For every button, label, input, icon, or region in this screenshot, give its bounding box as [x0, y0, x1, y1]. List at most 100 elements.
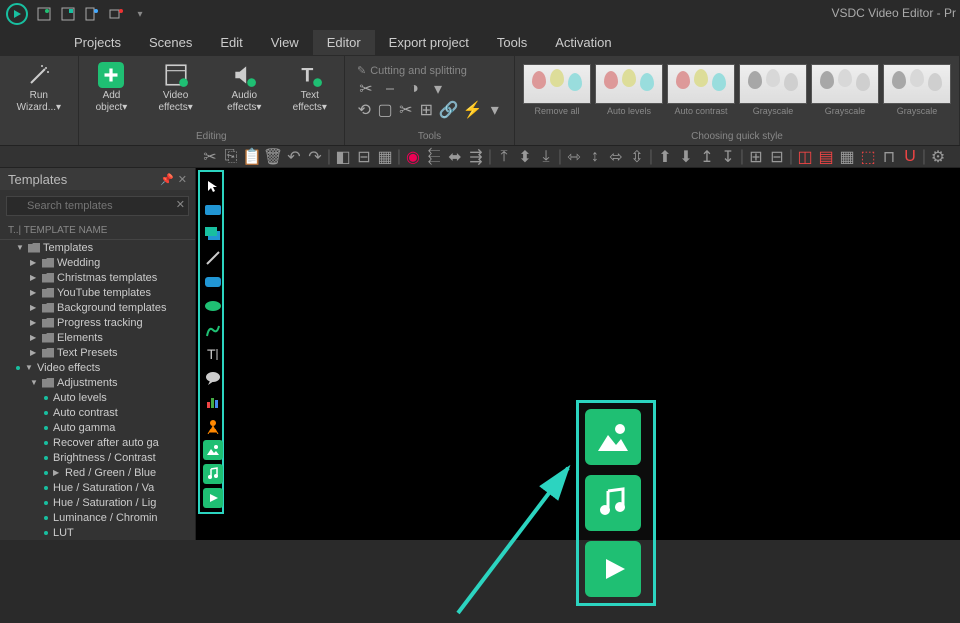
- undo-icon[interactable]: ↶: [284, 148, 304, 166]
- plus-button[interactable]: Add object▾: [83, 60, 141, 115]
- tree-item[interactable]: ▶Red / Green / Blue: [0, 465, 195, 480]
- qat-icon-3[interactable]: [84, 6, 100, 22]
- pointer-tool[interactable]: [203, 176, 223, 196]
- align-center-h-icon[interactable]: ⬌: [445, 148, 465, 166]
- shape-tool[interactable]: [203, 224, 223, 244]
- expand-arrow-icon[interactable]: ▶: [30, 288, 39, 297]
- tree-item[interactable]: Auto levels: [0, 390, 195, 405]
- tree-item[interactable]: Brightness / Contrast: [0, 450, 195, 465]
- style-auto-levels-1[interactable]: Auto levels: [595, 64, 663, 116]
- search-input[interactable]: [6, 196, 189, 216]
- tree-item[interactable]: ▼Templates: [0, 240, 195, 255]
- counter-tool[interactable]: [203, 416, 223, 436]
- qat-icon-2[interactable]: [60, 6, 76, 22]
- close-panel-icon[interactable]: ✕: [178, 173, 187, 186]
- menu-activation[interactable]: Activation: [541, 30, 625, 55]
- paste-icon[interactable]: 📋: [242, 148, 262, 166]
- expand-arrow-icon[interactable]: ▼: [30, 378, 39, 387]
- tool-b7-icon[interactable]: ▾: [488, 101, 502, 119]
- layer-2-icon[interactable]: ▤: [816, 148, 836, 166]
- tree-item[interactable]: ▼Video effects: [0, 360, 195, 375]
- tree-item[interactable]: ▼Adjustments: [0, 375, 195, 390]
- link-tool-icon[interactable]: 🔗: [440, 101, 458, 119]
- snap-icon[interactable]: ⊓: [879, 148, 899, 166]
- qat-record-icon[interactable]: [108, 6, 124, 22]
- menu-export-project[interactable]: Export project: [375, 30, 483, 55]
- pin-icon[interactable]: 📌: [160, 173, 174, 186]
- tree-item[interactable]: Hue / Saturation / Lig: [0, 495, 195, 510]
- video-tool[interactable]: [203, 488, 223, 508]
- add-audio-button[interactable]: [585, 475, 641, 531]
- add-image-button[interactable]: [585, 409, 641, 465]
- tb-7-icon[interactable]: ◧: [333, 148, 353, 166]
- delete-icon[interactable]: 🗑: [263, 148, 283, 166]
- backward-icon[interactable]: ↧: [718, 148, 738, 166]
- run-wizard-button[interactable]: Run Wizard...▾: [4, 60, 74, 115]
- audio-tool[interactable]: [203, 464, 223, 484]
- tree-item[interactable]: Recover after auto ga: [0, 435, 195, 450]
- tree-item[interactable]: ▶Progress tracking: [0, 315, 195, 330]
- tool-3-icon[interactable]: ◑: [405, 80, 423, 98]
- rotate-tool-icon[interactable]: ⟲: [357, 101, 371, 119]
- rectangle-tool[interactable]: [203, 200, 223, 220]
- expand-arrow-icon[interactable]: ▼: [25, 363, 34, 372]
- menu-view[interactable]: View: [257, 30, 313, 55]
- dist-v-icon[interactable]: ↕: [585, 148, 605, 166]
- split-tool-icon[interactable]: ⎯: [381, 80, 399, 98]
- menu-editor[interactable]: Editor: [313, 30, 375, 55]
- magnet-icon[interactable]: U: [900, 148, 920, 166]
- tool-4-icon[interactable]: ▾: [429, 80, 447, 98]
- align-top-icon[interactable]: ⤒: [494, 148, 514, 166]
- freeform-tool[interactable]: [203, 320, 223, 340]
- style-grayscale-4[interactable]: Grayscale: [811, 64, 879, 116]
- tooltip-tool[interactable]: [203, 368, 223, 388]
- text-tool[interactable]: T: [203, 344, 223, 364]
- align-right-icon[interactable]: ⇶: [466, 148, 486, 166]
- tb-9-icon[interactable]: ▦: [375, 148, 395, 166]
- back-icon[interactable]: ⬇: [676, 148, 696, 166]
- tree-item[interactable]: LUT: [0, 525, 195, 540]
- bolt-tool-icon[interactable]: ⚡: [464, 101, 482, 119]
- layer-1-icon[interactable]: ◫: [795, 148, 815, 166]
- chart-tool[interactable]: [203, 392, 223, 412]
- tree-item[interactable]: ▶Elements: [0, 330, 195, 345]
- expand-arrow-icon[interactable]: ▶: [30, 318, 39, 327]
- expand-arrow-icon[interactable]: ▶: [30, 303, 39, 312]
- menu-tools[interactable]: Tools: [483, 30, 541, 55]
- tb-8-icon[interactable]: ⊟: [354, 148, 374, 166]
- ellipse-tool[interactable]: [203, 296, 223, 316]
- select-red-icon[interactable]: ⬚: [858, 148, 878, 166]
- image-tool[interactable]: [203, 440, 223, 460]
- redo-icon[interactable]: ↷: [305, 148, 325, 166]
- front-icon[interactable]: ⬆: [655, 148, 675, 166]
- frame-tool-icon[interactable]: ▢: [377, 101, 392, 119]
- tool-b4-icon[interactable]: ⊞: [419, 101, 433, 119]
- line-tool[interactable]: [203, 248, 223, 268]
- expand-arrow-icon[interactable]: ▶: [30, 258, 39, 267]
- style-auto-contrast-2[interactable]: Auto contrast: [667, 64, 735, 116]
- menu-scenes[interactable]: Scenes: [135, 30, 206, 55]
- copy-icon[interactable]: ⎘: [221, 148, 241, 166]
- tree-item[interactable]: ▶Text Presets: [0, 345, 195, 360]
- qat-dropdown-icon[interactable]: ▾: [132, 6, 148, 22]
- tb-marker-icon[interactable]: ◉: [403, 148, 423, 166]
- grid-icon[interactable]: ▦: [837, 148, 857, 166]
- tree-item[interactable]: Hue / Saturation / Va: [0, 480, 195, 495]
- speaker-button[interactable]: Audio effects▾: [211, 60, 278, 115]
- align-bottom-icon[interactable]: ⤓: [536, 148, 556, 166]
- style-grayscale-5[interactable]: Grayscale: [883, 64, 951, 116]
- expand-arrow-icon[interactable]: ▶: [53, 468, 62, 477]
- qat-icon-1[interactable]: [36, 6, 52, 22]
- expand-arrow-icon[interactable]: ▶: [30, 348, 39, 357]
- expand-arrow-icon[interactable]: ▼: [16, 243, 25, 252]
- tree-item[interactable]: ▶Wedding: [0, 255, 195, 270]
- style-grayscale-3[interactable]: Grayscale: [739, 64, 807, 116]
- text-button[interactable]: TText effects▾: [280, 60, 340, 115]
- settings-icon[interactable]: ⚙: [928, 148, 948, 166]
- align-center-v-icon[interactable]: ⬍: [515, 148, 535, 166]
- film-button[interactable]: Video effects▾: [142, 60, 209, 115]
- templates-tree[interactable]: ▼Templates▶Wedding▶Christmas templates▶Y…: [0, 240, 195, 540]
- ungroup-icon[interactable]: ⊟: [767, 148, 787, 166]
- forward-icon[interactable]: ↥: [697, 148, 717, 166]
- add-video-button[interactable]: [585, 541, 641, 597]
